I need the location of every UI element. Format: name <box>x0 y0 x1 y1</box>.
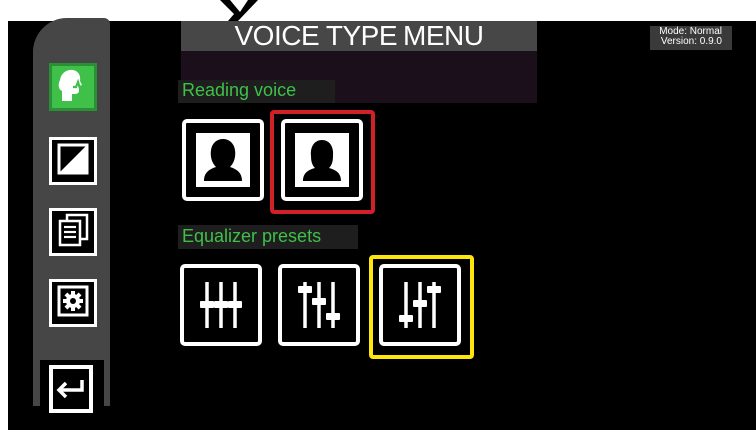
sidebar-item-voice-type[interactable] <box>49 63 97 111</box>
exit-button[interactable] <box>40 360 104 424</box>
gear-icon <box>55 283 91 324</box>
sidebar-item-documents[interactable] <box>49 208 97 256</box>
cropped-title-glyph <box>210 0 280 21</box>
sidebar-item-contrast[interactable] <box>49 137 97 185</box>
voice-selection-highlight <box>270 110 375 214</box>
equalizer-label: Equalizer presets <box>182 226 322 246</box>
page-title-part1: VOICE TYPE <box>234 20 398 51</box>
equalizer-selection-highlight <box>369 255 474 359</box>
documents-icon <box>55 212 91 253</box>
voice-option-female[interactable] <box>182 119 264 201</box>
page-title-part2: MENU <box>403 20 484 51</box>
reading-voice-label: Reading voice <box>182 80 297 100</box>
equalizer-option-flat[interactable] <box>180 264 262 346</box>
return-arrow-icon <box>40 365 104 428</box>
voice-type-icon <box>53 65 93 110</box>
equalizer-option-bass[interactable] <box>278 264 360 346</box>
mode-version-info: Mode: Normal Version: 0.9.0 <box>659 27 722 47</box>
version-text: Version: 0.9.0 <box>660 36 722 47</box>
page-title: VOICE TYPE MENU <box>181 21 537 51</box>
contrast-icon <box>55 141 91 182</box>
sidebar-item-settings[interactable] <box>49 279 97 327</box>
